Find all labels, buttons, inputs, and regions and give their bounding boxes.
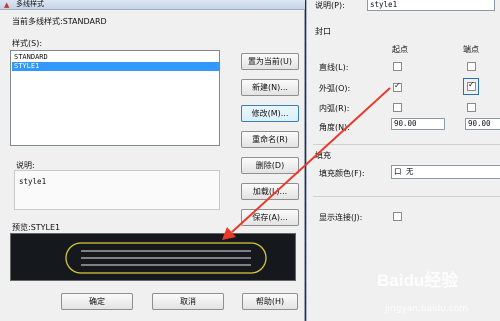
watermark: Baidu经验 jingyan.baidu.com: [365, 266, 500, 321]
watermark-site: jingyan.baidu.com: [385, 304, 469, 314]
watermark-brand: Baidu经验: [377, 271, 459, 290]
